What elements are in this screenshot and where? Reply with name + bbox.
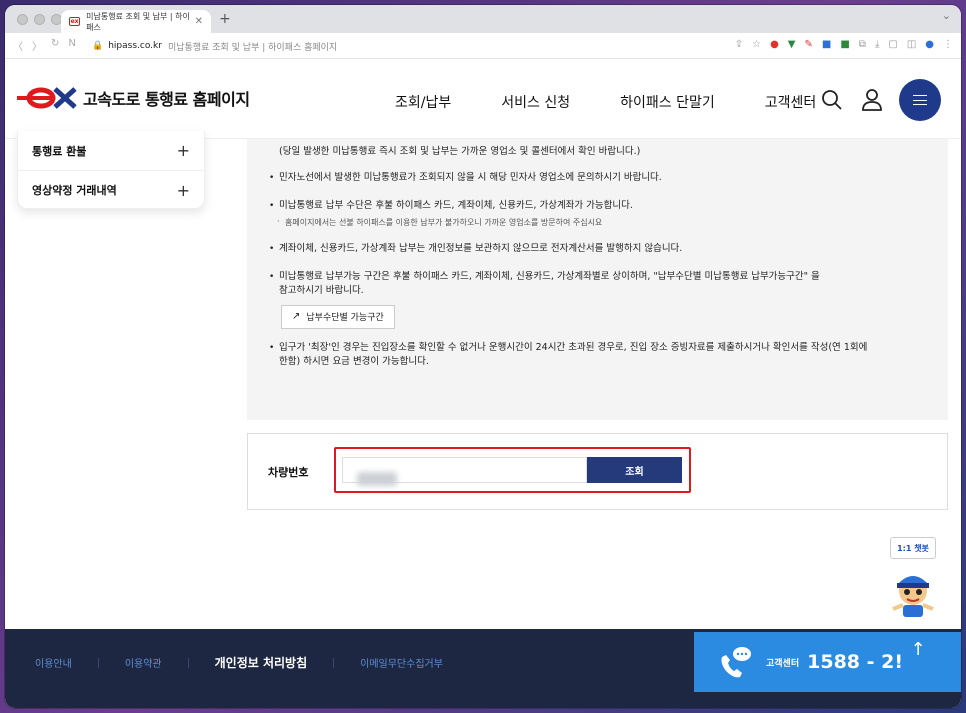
- vehicle-number-label: 차량번호: [268, 466, 309, 479]
- search-icon[interactable]: [819, 87, 845, 113]
- vehicle-search-box: 차량번호 조회: [247, 433, 948, 510]
- sidebar-menu: 통행료 환불 + 영상약정 거래내역 +: [17, 131, 205, 209]
- notice-line: 참고하시기 바랍니다.: [279, 285, 364, 296]
- plus-icon[interactable]: +: [177, 141, 190, 160]
- notice-box: (당일 발생한 미납통행료 즉시 조회 및 납부는 가까운 영업소 및 콜센터에…: [247, 139, 948, 420]
- window-controls[interactable]: [17, 13, 62, 25]
- bookmark-star-icon[interactable]: ☆: [752, 39, 761, 50]
- pen-extension-icon[interactable]: ✎: [805, 39, 813, 50]
- blurred-value: [357, 472, 397, 486]
- download-icon[interactable]: ⤓: [875, 39, 879, 50]
- link-button-label: 납부수단별 가능구간: [306, 313, 384, 323]
- notice-bullet: 계좌이체, 신용카드, 가상계좌 납부는 개인정보를 보관하지 않으므로 전자계…: [263, 242, 932, 256]
- shield-extension-icon[interactable]: ▼: [788, 39, 796, 50]
- divider: [333, 657, 335, 668]
- forward-icon[interactable]: 〉: [32, 38, 42, 53]
- web-page: 고속도로 통행료 홈페이지 조회/납부 서비스 신청 하이패스 단말기 고객센터: [5, 59, 961, 708]
- favicon-icon: ex: [69, 17, 81, 26]
- browser-window: ex 미납통행료 조회 및 납부 | 하이패스 ✕ + ⌄ 〈 〉 ↻ N 🔒 …: [5, 5, 961, 708]
- footer-link-privacy[interactable]: 개인정보 처리방침: [215, 654, 308, 671]
- logo-text: 고속도로 통행료 홈페이지: [83, 90, 250, 109]
- nav-hipass-device[interactable]: 하이패스 단말기: [620, 92, 715, 112]
- minimize-window-icon[interactable]: [34, 13, 45, 25]
- tab-list-chevron-icon[interactable]: ⌄: [942, 9, 951, 22]
- hamburger-menu-button[interactable]: [899, 79, 941, 121]
- reload-icon[interactable]: ↻: [51, 38, 59, 53]
- new-tab-icon[interactable]: +: [219, 11, 231, 27]
- tab-bar: ex 미납통행료 조회 및 납부 | 하이패스 ✕ + ⌄: [5, 5, 961, 33]
- footer-link-guide[interactable]: 이용안내: [35, 655, 72, 670]
- green-extension-icon[interactable]: ■: [840, 39, 849, 50]
- payment-section-link-button[interactable]: ↗ 납부수단별 가능구간: [281, 304, 395, 329]
- close-tab-icon[interactable]: ✕: [195, 16, 203, 27]
- footer-link-email-policy[interactable]: 이메일무단수집거부: [360, 655, 443, 670]
- address-bar: 〈 〉 ↻ N 🔒 hipass.co.kr 미납통행료 조회 및 납부 | 하…: [5, 33, 961, 59]
- nav-service-apply[interactable]: 서비스 신청: [501, 92, 570, 112]
- site-logo[interactable]: 고속도로 통행료 홈페이지: [17, 83, 250, 113]
- tab-icon[interactable]: ▢: [888, 39, 897, 50]
- notice-bullet: 미납통행료 납부 수단은 후불 하이패스 카드, 계좌이체, 신용카드, 가상계…: [263, 199, 932, 213]
- nav-customer-center[interactable]: 고객센터: [765, 92, 817, 112]
- url-title: 미납통행료 조회 및 납부 | 하이패스 홈페이지: [167, 42, 338, 53]
- notice-bullet: 민자노선에서 발생한 미납통행료가 조회되지 않을 시 해당 민자사 영업소에 …: [263, 171, 932, 185]
- divider: [187, 657, 189, 668]
- phone-chat-icon: [721, 647, 751, 678]
- nav-inquiry-payment[interactable]: 조회/납부: [395, 92, 451, 112]
- notice-bullet: 미납통행료 납부가능 구간은 후불 하이패스 카드, 계좌이체, 신용카드, 가…: [263, 270, 932, 284]
- puzzle-icon[interactable]: ⧉: [859, 39, 866, 50]
- menu-kebab-icon[interactable]: ⋮: [943, 39, 953, 50]
- notice-line: (당일 발생한 미납통행료 즉시 조회 및 납부는 가까운 영업소 및 콜센터에…: [279, 146, 641, 157]
- scroll-top-icon[interactable]: ↑: [893, 629, 943, 669]
- external-link-icon: ↗: [292, 311, 301, 322]
- sidebar-item-video-agreement[interactable]: 영상약정 거래내역 +: [18, 170, 204, 209]
- tab-title: 미납통행료 조회 및 납부 | 하이패스: [86, 11, 190, 32]
- naver-icon[interactable]: N: [68, 38, 75, 53]
- share-icon[interactable]: ⇪: [735, 39, 743, 50]
- lock-icon: 🔒: [92, 41, 104, 51]
- url-host: hipass.co.kr: [108, 41, 162, 51]
- mascot-icon[interactable]: [885, 565, 941, 621]
- chatbot-button[interactable]: 1:1 챗봇: [890, 537, 936, 559]
- hamburger-icon: [913, 95, 927, 105]
- plus-icon[interactable]: +: [177, 181, 190, 200]
- close-window-icon[interactable]: [17, 13, 28, 25]
- search-button[interactable]: 조회: [587, 457, 682, 483]
- back-icon[interactable]: 〈: [13, 38, 23, 53]
- sidebar-icon[interactable]: ◫: [907, 39, 916, 50]
- sidebar-item-toll-refund[interactable]: 통행료 환불 +: [18, 131, 204, 170]
- browser-tab[interactable]: ex 미납통행료 조회 및 납부 | 하이패스 ✕: [61, 10, 211, 33]
- notice-sub: 홈페이지에서는 선불 하이패스를 이용한 납부가 불가하오니 가까운 영업소를 …: [263, 217, 932, 228]
- site-footer: 이용안내 이용약관 개인정보 처리방침 이메일무단수집거부 고객센터 1588 …: [5, 629, 961, 708]
- ex-logo-icon: [17, 87, 77, 109]
- translate-extension-icon[interactable]: ■: [822, 39, 831, 50]
- site-header: 고속도로 통행료 홈페이지 조회/납부 서비스 신청 하이패스 단말기 고객센터: [5, 59, 961, 139]
- sidebar-item-label: 통행료 환불: [32, 144, 87, 158]
- profile-icon[interactable]: ●: [925, 39, 934, 50]
- sidebar-item-label: 영상약정 거래내역: [32, 184, 117, 197]
- extension-icon[interactable]: ●: [770, 39, 779, 50]
- vehicle-number-input[interactable]: [342, 457, 587, 486]
- user-icon[interactable]: [859, 87, 885, 113]
- notice-bullet: 입구가 '최장'인 경우는 진입장소를 확인할 수 없거나 운행시간이 24시간…: [263, 341, 932, 355]
- highlight-box: 조회: [334, 447, 691, 493]
- main-nav: 조회/납부 서비스 신청 하이패스 단말기 고객센터: [395, 92, 866, 112]
- customer-center-phone: 1588 - 2!: [807, 651, 904, 673]
- customer-center-label: 고객센터: [766, 658, 800, 669]
- divider: [97, 657, 99, 668]
- notice-line: 한함) 하시면 요금 변경이 가능합니다.: [279, 355, 429, 367]
- url-field[interactable]: 🔒 hipass.co.kr 미납통행료 조회 및 납부 | 하이패스 홈페이지: [92, 38, 672, 54]
- footer-link-terms[interactable]: 이용약관: [125, 655, 162, 670]
